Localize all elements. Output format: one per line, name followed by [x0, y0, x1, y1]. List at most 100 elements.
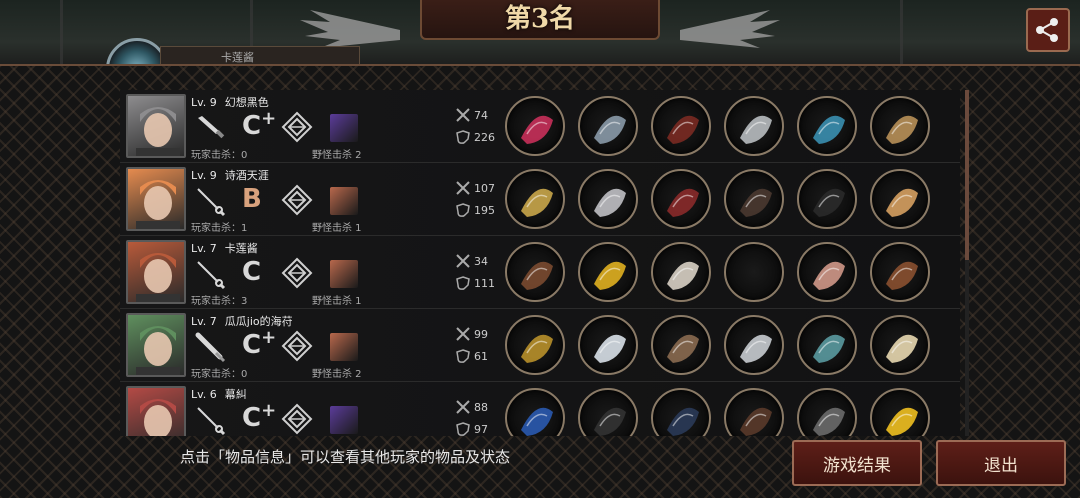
- dark-helmet-icon: [667, 407, 699, 436]
- player-portrait[interactable]: [126, 94, 186, 158]
- grade-plus: +: [261, 108, 277, 129]
- player-portrait[interactable]: [126, 240, 186, 304]
- player-level: Lv. 9: [191, 96, 217, 109]
- shield-icon: [456, 130, 470, 144]
- leather-band-icon[interactable]: [724, 388, 784, 436]
- scrollbar-thumb[interactable]: [965, 90, 969, 260]
- player-portrait[interactable]: [126, 167, 186, 231]
- black-boots-icon[interactable]: [797, 169, 857, 229]
- red-helmet-icon[interactable]: [651, 96, 711, 156]
- rank-title: 第3名: [420, 0, 660, 40]
- player-portrait[interactable]: [126, 313, 186, 377]
- pocket-watch-icon[interactable]: [870, 169, 930, 229]
- defense-stat: 226: [456, 130, 495, 144]
- silver-gauntlet-icon[interactable]: [724, 96, 784, 156]
- robotic-armor-icon[interactable]: [578, 96, 638, 156]
- glasses-icon: [594, 334, 626, 363]
- defense-value: 226: [474, 130, 495, 144]
- crossed-swords-icon: [456, 108, 470, 122]
- rapier-weapon-icon: [194, 185, 226, 217]
- attack-stat: 34: [456, 254, 488, 268]
- empty-slot[interactable]: [724, 242, 784, 302]
- attack-value: 34: [474, 254, 488, 268]
- grade-letter: C: [242, 257, 262, 287]
- shield-icon: [456, 203, 470, 217]
- item-slots: [505, 388, 930, 436]
- white-gauntlet-icon[interactable]: [724, 315, 784, 375]
- player-portrait[interactable]: [126, 386, 186, 436]
- open-book-icon[interactable]: [870, 315, 930, 375]
- game-result-button[interactable]: 游戏结果: [792, 440, 922, 486]
- player-row[interactable]: Lv. 7 瓜瓜jio的海苻 C+ 玩家击杀：0 野怪击杀 2 99 61: [120, 309, 960, 382]
- player-kills: 玩家击杀：3: [191, 296, 248, 307]
- rapier-weapon-icon: [194, 404, 226, 436]
- visor-icon: [594, 188, 626, 217]
- whip-icon[interactable]: [505, 315, 565, 375]
- pink-leg-icon[interactable]: [797, 242, 857, 302]
- white-armor-icon: [667, 261, 699, 290]
- defense-value: 61: [474, 349, 488, 363]
- attack-stat: 74: [456, 108, 488, 122]
- monster-icon: [330, 260, 358, 288]
- chain-gauntlet-icon[interactable]: [797, 388, 857, 436]
- attack-stat: 99: [456, 327, 488, 341]
- player-grade: C: [242, 254, 261, 287]
- grade-plus: +: [261, 327, 277, 348]
- player-list[interactable]: Lv. 9 幻想黑色 C+ 玩家击杀：0 野怪击杀 2 74 226 Lv. 9…: [120, 90, 960, 436]
- player-kills: 玩家击杀：0: [191, 369, 248, 380]
- rapier-weapon-icon: [194, 258, 226, 290]
- monster-kills: 野怪击杀 1: [312, 296, 362, 307]
- right-wing-ornament: [680, 10, 780, 48]
- dark-helmet-icon[interactable]: [651, 388, 711, 436]
- blue-sword-icon: [521, 407, 553, 436]
- red-armor-icon: [667, 188, 699, 217]
- player-row[interactable]: Lv. 7 卡莲酱 C 玩家击杀：3 野怪击杀 1 34 111: [120, 236, 960, 309]
- sneakers-icon[interactable]: [797, 315, 857, 375]
- bracer-icon[interactable]: [724, 169, 784, 229]
- share-button[interactable]: [1026, 8, 1070, 52]
- leather-jacket-icon[interactable]: [651, 315, 711, 375]
- red-armor-icon[interactable]: [651, 169, 711, 229]
- pink-cannon-icon[interactable]: [505, 96, 565, 156]
- crossed-swords-icon: [456, 400, 470, 414]
- monster-icon: [330, 114, 358, 142]
- cyber-shoes-icon[interactable]: [797, 96, 857, 156]
- attack-value: 99: [474, 327, 488, 341]
- monster-kills: 野怪击杀 1: [312, 223, 362, 234]
- red-helmet-icon: [667, 115, 699, 144]
- attack-stat: 107: [456, 181, 495, 195]
- visor-icon[interactable]: [578, 169, 638, 229]
- black-ring-icon: [594, 407, 626, 436]
- player-row[interactable]: Lv. 9 幻想黑色 C+ 玩家击杀：0 野怪击杀 2 74 226: [120, 90, 960, 163]
- grade-letter: C: [242, 111, 262, 141]
- leather-jacket-icon: [667, 334, 699, 363]
- character-face-icon: [136, 107, 180, 156]
- player-grade: C+: [242, 108, 276, 141]
- defense-stat: 61: [456, 349, 488, 363]
- player-grade: B: [242, 181, 262, 214]
- exit-button[interactable]: 退出: [936, 440, 1066, 486]
- defense-value: 111: [474, 276, 495, 290]
- rank-diamond-icon: [280, 256, 314, 290]
- monster-icon: [330, 333, 358, 361]
- player-grade: C+: [242, 327, 276, 360]
- item-slots: [505, 96, 930, 156]
- wooden-cross-icon[interactable]: [870, 242, 930, 302]
- dagger-icon[interactable]: [505, 242, 565, 302]
- hard-hat-icon[interactable]: [578, 242, 638, 302]
- white-armor-icon[interactable]: [651, 242, 711, 302]
- glasses-icon[interactable]: [578, 315, 638, 375]
- yellow-flower-icon[interactable]: [870, 388, 930, 436]
- player-kills: 玩家击杀：1: [191, 223, 248, 234]
- player-row[interactable]: Lv. 9 诗酒天涯 B 玩家击杀：1 野怪击杀 1 107 195: [120, 163, 960, 236]
- pink-leg-icon: [813, 261, 845, 290]
- wooden-box-icon[interactable]: [870, 96, 930, 156]
- golden-sword-icon[interactable]: [505, 169, 565, 229]
- character-face-icon: [136, 253, 180, 302]
- black-ring-icon[interactable]: [578, 388, 638, 436]
- player-row[interactable]: Lv. 6幕糾 C+ 玩家击杀：0 野怪击杀 1 88 97: [120, 382, 960, 436]
- list-scrollbar[interactable]: [965, 90, 969, 436]
- blue-sword-icon[interactable]: [505, 388, 565, 436]
- bracer-icon: [740, 188, 772, 217]
- item-info-hint: 点击「物品信息」可以查看其他玩家的物品及状态: [180, 448, 511, 466]
